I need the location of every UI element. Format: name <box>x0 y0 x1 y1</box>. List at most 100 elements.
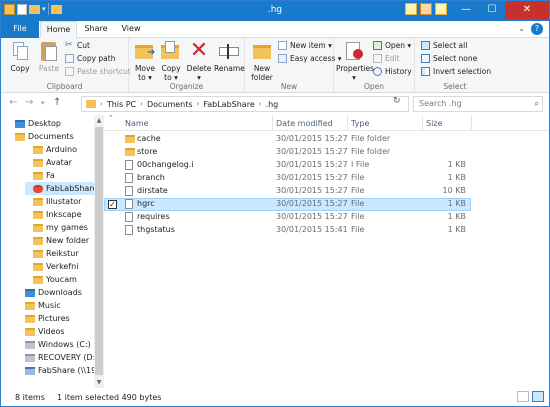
search-box[interactable]: Search .hg ⌕ <box>413 96 543 112</box>
nav-item-downloads[interactable]: Downloads <box>25 286 82 299</box>
tab-share[interactable]: Share <box>79 21 113 38</box>
chevron-right-icon[interactable]: › <box>259 100 262 108</box>
large-icons-view-icon[interactable] <box>532 391 544 402</box>
checkbox-checked-icon[interactable]: ✓ <box>108 200 117 209</box>
column-divider[interactable] <box>422 115 423 131</box>
title-bar[interactable]: ▾ .hg — ☐ ✕ <box>1 1 549 21</box>
file-row-selected[interactable]: ✓ hgrc 30/01/2015 15:27 File 1 KB <box>104 198 471 211</box>
select-all-button[interactable]: Select all <box>421 41 467 50</box>
file-row[interactable]: store 30/01/2015 15:27 File folder <box>104 146 471 159</box>
scroll-down-icon[interactable]: ▼ <box>94 379 104 386</box>
nav-item-verkefni[interactable]: Verkefni <box>33 260 78 273</box>
column-name[interactable]: Name <box>125 119 149 128</box>
chevron-right-icon[interactable]: › <box>140 100 143 108</box>
nav-item-music[interactable]: Music <box>25 299 61 312</box>
back-arrow-icon[interactable]: ← <box>9 97 17 108</box>
column-divider[interactable] <box>272 115 273 131</box>
tray-app3-icon[interactable] <box>435 3 447 15</box>
search-icon[interactable]: ⌕ <box>535 99 539 109</box>
maximize-button[interactable]: ☐ <box>479 1 505 19</box>
nav-item-videos[interactable]: Videos <box>25 325 65 338</box>
nav-item-new-folder[interactable]: New folder <box>33 234 89 247</box>
refresh-icon[interactable]: ↻ <box>393 96 401 106</box>
move-to-button[interactable]: ➜ Move to ▾ <box>132 40 158 82</box>
edit-button[interactable]: Edit <box>373 54 400 63</box>
nav-item-reikstur[interactable]: Reikstur <box>33 247 79 260</box>
breadcrumb-hg[interactable]: .hg <box>266 100 279 109</box>
column-type[interactable]: Type <box>351 119 369 128</box>
nav-item-arduino[interactable]: Arduino <box>33 143 77 156</box>
up-arrow-icon[interactable]: ↑ <box>53 97 61 108</box>
tray-app2-icon[interactable] <box>420 3 432 15</box>
tab-home[interactable]: Home <box>40 21 77 39</box>
address-bar[interactable]: › This PC › Documents › FabLabShare › .h… <box>81 96 409 112</box>
rename-button[interactable]: Rename <box>214 40 245 73</box>
column-divider[interactable] <box>347 115 348 131</box>
nav-pane-scrollbar[interactable]: ▲ ▼ <box>94 115 104 388</box>
forward-arrow-icon[interactable]: → <box>25 97 33 108</box>
file-row[interactable]: requires 30/01/2015 15:27 File 1 KB <box>104 211 471 224</box>
nav-item-recovery-d[interactable]: RECOVERY (D:) <box>25 351 98 364</box>
breadcrumb-fablabshare[interactable]: FabLabShare <box>203 100 254 109</box>
file-date: 30/01/2015 15:27 <box>276 212 348 221</box>
nav-item-fablabshare[interactable]: FabLabShare <box>25 182 97 195</box>
file-row[interactable]: branch 30/01/2015 15:27 File 1 KB <box>104 172 471 185</box>
file-row[interactable]: 00changelog.i 30/01/2015 15:27 I File 1 … <box>104 159 471 172</box>
properties-button[interactable]: Properties ▾ <box>336 40 374 82</box>
scroll-up-icon[interactable]: ▲ <box>94 117 104 124</box>
help-icon[interactable]: ? <box>531 23 543 35</box>
breadcrumb-documents[interactable]: Documents <box>147 100 193 109</box>
new-item-button[interactable]: New item ▾ <box>278 41 332 50</box>
details-view-icon[interactable] <box>517 391 529 402</box>
documents-icon <box>15 132 25 141</box>
close-button[interactable]: ✕ <box>505 1 549 19</box>
nav-item-pictures[interactable]: Pictures <box>25 312 70 325</box>
file-row[interactable]: cache 30/01/2015 15:27 File folder <box>104 133 471 146</box>
paste-button[interactable]: Paste <box>35 40 63 73</box>
nav-item-illustator[interactable]: Illustator <box>33 195 81 208</box>
collapse-ribbon-icon[interactable]: ⌄ <box>518 24 525 33</box>
chevron-right-icon[interactable]: › <box>100 100 103 108</box>
new-folder-button[interactable]: New folder <box>248 40 276 82</box>
file-icon <box>125 160 133 170</box>
paste-shortcut-button[interactable]: Paste shortcut <box>65 67 131 76</box>
nav-item-documents[interactable]: Documents <box>15 130 74 143</box>
nav-item-windows-c[interactable]: Windows (C:) <box>25 338 91 351</box>
column-divider[interactable] <box>471 115 472 131</box>
open-button[interactable]: Open ▾ <box>373 41 411 50</box>
select-none-button[interactable]: Select none <box>421 54 477 63</box>
nav-item-label: Fa <box>46 171 55 180</box>
nav-item-avatar[interactable]: Avatar <box>33 156 72 169</box>
breadcrumb-this-pc[interactable]: This PC <box>107 100 136 109</box>
history-button[interactable]: History <box>373 67 412 76</box>
tab-file[interactable]: File <box>1 21 39 38</box>
properties-label-1: Properties <box>336 64 374 73</box>
folder-icon <box>33 249 43 258</box>
nav-item-fa[interactable]: Fa <box>33 169 55 182</box>
minimize-button[interactable]: — <box>453 1 479 19</box>
delete-button[interactable]: ✕ Delete ▾ <box>186 40 212 83</box>
file-row[interactable]: dirstate 30/01/2015 15:27 File 10 KB <box>104 185 471 198</box>
file-type: I File <box>351 160 370 169</box>
copy-to-label-2: to ▾ <box>164 73 178 82</box>
column-size[interactable]: Size <box>426 119 442 128</box>
file-row[interactable]: thgstatus 30/01/2015 15:41 File 1 KB <box>104 224 471 237</box>
nav-item-desktop[interactable]: Desktop <box>15 117 61 130</box>
recent-locations-icon[interactable]: ▾ <box>41 99 45 107</box>
scrollbar-thumb[interactable] <box>95 127 103 375</box>
cut-button[interactable]: ✂ Cut <box>65 41 90 51</box>
tray-app1-icon[interactable] <box>405 3 417 15</box>
easy-access-button[interactable]: Easy access ▾ <box>278 54 342 63</box>
copy-button[interactable]: Copy <box>5 40 35 73</box>
invert-selection-button[interactable]: Invert selection <box>421 67 491 76</box>
column-date-modified[interactable]: Date modified <box>276 119 333 128</box>
copy-path-button[interactable]: Copy path <box>65 54 115 63</box>
nav-item-youcam[interactable]: Youcam <box>33 273 77 286</box>
tab-view[interactable]: View <box>114 21 148 38</box>
nav-item-fabshare[interactable]: FabShare (\\192. <box>25 364 104 377</box>
copy-to-button[interactable]: Copy to ▾ <box>158 40 184 82</box>
group-label-select: Select <box>443 82 467 91</box>
chevron-right-icon[interactable]: › <box>197 100 200 108</box>
nav-item-my-games[interactable]: my games <box>33 221 88 234</box>
nav-item-inkscape[interactable]: Inkscape <box>33 208 82 221</box>
